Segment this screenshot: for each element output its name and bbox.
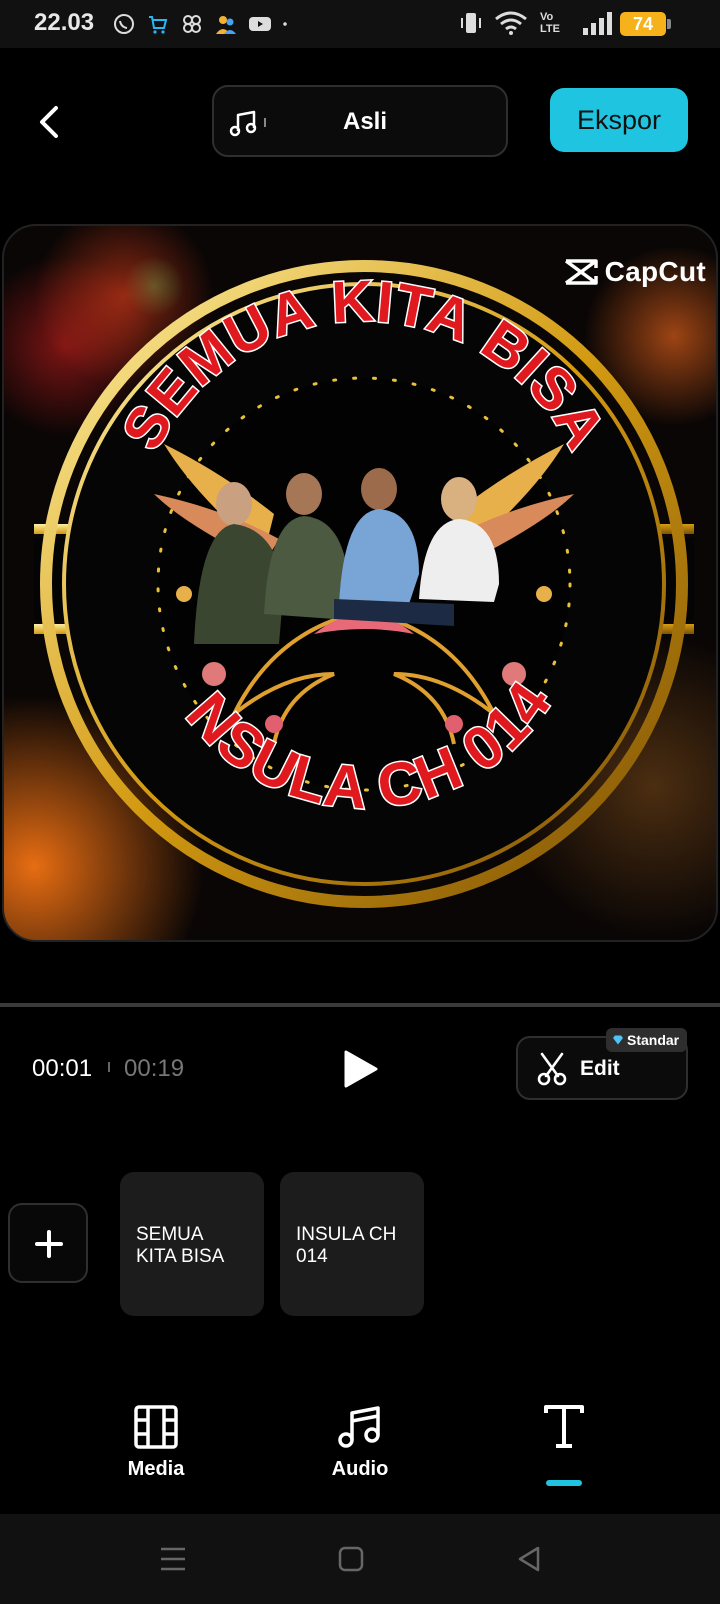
text-clip-1[interactable]: SEMUA KITA BISA bbox=[120, 1172, 264, 1316]
edit-label: Edit bbox=[580, 1057, 620, 1080]
wifi-icon bbox=[495, 11, 527, 35]
text-clip-2[interactable]: INSULA CH 014 bbox=[280, 1172, 424, 1316]
tab-text[interactable] bbox=[504, 1404, 624, 1458]
menu-icon[interactable] bbox=[158, 1544, 188, 1574]
shopping-cart-icon bbox=[149, 16, 168, 34]
export-button[interactable]: Ekspor bbox=[550, 88, 688, 152]
youtube-icon bbox=[249, 17, 271, 31]
badge-label: Standar bbox=[627, 1032, 680, 1048]
play-button[interactable] bbox=[340, 1048, 380, 1090]
standard-badge: Standar bbox=[606, 1028, 688, 1052]
home-icon[interactable] bbox=[336, 1544, 366, 1574]
audio-label: Asli bbox=[342, 108, 387, 135]
tab-media-label: Media bbox=[127, 1458, 185, 1480]
music-note-icon bbox=[338, 1406, 380, 1448]
emblem-graphic: SEMUA KITA BISA INSULA CH 014 bbox=[34, 254, 694, 908]
notification-icons bbox=[112, 12, 294, 36]
text-icon bbox=[544, 1405, 584, 1448]
current-time: 00:01 bbox=[32, 1055, 93, 1082]
tab-audio[interactable]: Audio bbox=[300, 1404, 420, 1481]
dot-icon bbox=[283, 22, 287, 26]
film-icon bbox=[134, 1405, 178, 1449]
back-button[interactable] bbox=[30, 98, 70, 146]
people-icon bbox=[216, 16, 236, 34]
total-time: 00:19 bbox=[124, 1055, 185, 1082]
add-clip-button[interactable] bbox=[8, 1203, 88, 1283]
status-time: 22.03 bbox=[34, 9, 95, 36]
system-navigation-bar bbox=[0, 1514, 720, 1604]
active-tab-indicator bbox=[546, 1480, 582, 1486]
scissors-icon bbox=[537, 1052, 567, 1086]
back-nav-icon[interactable] bbox=[514, 1544, 544, 1574]
tab-audio-label: Audio bbox=[331, 1458, 389, 1480]
audio-selector[interactable]: Asli bbox=[212, 85, 508, 157]
network-type-label: Vo LTE bbox=[540, 11, 560, 35]
diamond-icon bbox=[613, 1035, 623, 1045]
signal-icon bbox=[583, 12, 612, 35]
timeline-divider bbox=[0, 1003, 720, 1007]
video-preview[interactable]: CapCut SEMUA KITA BISA NSULA CH 014 bbox=[2, 224, 718, 942]
battery-indicator: 74 bbox=[620, 12, 671, 36]
time-separator bbox=[108, 1062, 110, 1072]
tab-media[interactable]: Media bbox=[96, 1404, 216, 1481]
pinwheel-icon bbox=[183, 15, 201, 33]
whatsapp-icon bbox=[114, 14, 134, 34]
vibrate-icon bbox=[461, 13, 481, 33]
status-bar: 22.03 Vo LTE × 74 bbox=[0, 0, 720, 48]
